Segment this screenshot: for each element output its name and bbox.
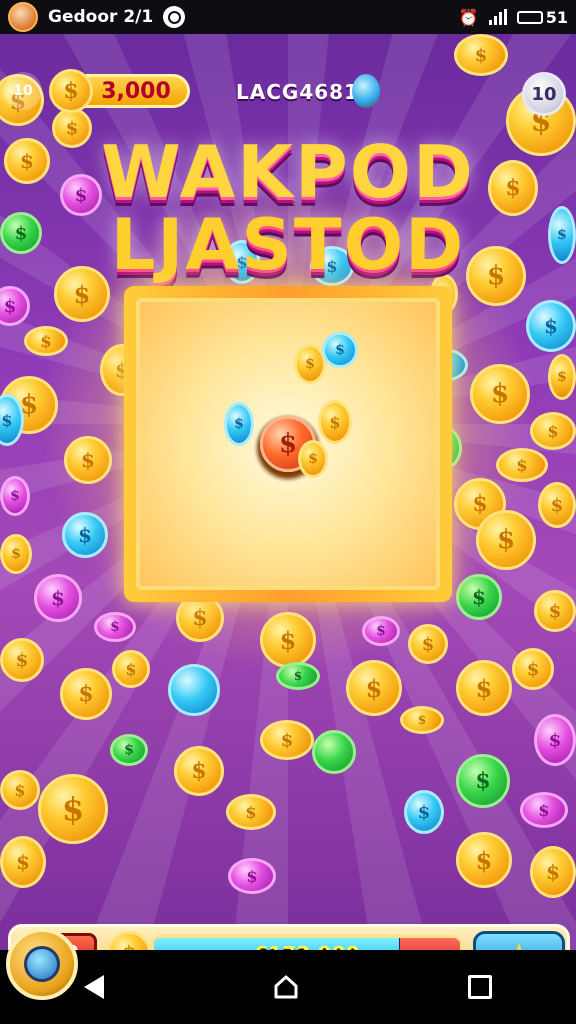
coin-icon: $ xyxy=(0,770,40,810)
coin-icon: $ xyxy=(110,734,148,766)
signal-icon xyxy=(488,9,507,25)
coin-icon: $ xyxy=(24,326,68,356)
coin-icon: $ xyxy=(362,616,400,646)
coin-icon: $ xyxy=(112,650,150,688)
coin-icon: $ xyxy=(322,332,358,368)
coin-icon: $ xyxy=(228,858,276,894)
player-label: LACG4681 xyxy=(236,80,359,104)
coin-icon: $ xyxy=(0,476,30,516)
coin-icon: $ xyxy=(534,714,576,766)
back-icon[interactable] xyxy=(84,975,104,999)
coin-icon: $ xyxy=(538,482,576,528)
coin-icon: $ xyxy=(408,624,448,664)
coin-icon: $ xyxy=(346,660,402,716)
coin-icon: $ xyxy=(400,706,444,734)
coin-icon: $ xyxy=(60,668,112,720)
game-screen: Gedoor 2/1 ⏰ 51 $ $ $ $ $ $ $ $ $ $ $ $ … xyxy=(0,0,576,1024)
coin-icon: $ xyxy=(0,286,30,326)
level-badge[interactable]: 10 xyxy=(522,72,566,116)
coin-icon: $ xyxy=(520,792,568,828)
coin-icon xyxy=(168,664,220,716)
battery-text: 51 xyxy=(545,7,568,27)
recent-apps-icon[interactable] xyxy=(468,975,492,999)
coin-icon: $ xyxy=(470,364,530,424)
coin-icon: $ xyxy=(530,846,576,898)
status-indicators: ⏰ 51 xyxy=(459,8,568,27)
status-bar: Gedoor 2/1 ⏰ 51 xyxy=(0,0,576,34)
carrier-text: Gedoor 2/1 xyxy=(48,7,154,27)
coin-icon xyxy=(312,730,356,774)
coin-icon: $ xyxy=(62,512,108,558)
coin-icon: $ xyxy=(496,448,548,482)
coin-icon: $ xyxy=(456,660,512,716)
coin-icon: $ xyxy=(49,69,93,113)
coin-icon: $ xyxy=(404,790,444,834)
back-badge-label: 10 xyxy=(13,83,33,99)
coin-icon: $ xyxy=(226,794,276,830)
coin-icon: $ xyxy=(0,836,46,888)
slot-board: $$$$$$$$$$$ xyxy=(124,286,452,602)
navigation-bar xyxy=(0,950,576,1024)
round-settings-badge[interactable] xyxy=(6,928,78,1000)
camera-icon xyxy=(163,6,186,28)
coin-icon: $ xyxy=(548,354,576,400)
coin-icon: $ xyxy=(260,720,314,760)
coin-icon: $ xyxy=(260,612,316,668)
coin-icon: $ xyxy=(526,300,576,352)
game-area: $ $ $ $ $ $ $ $ $ $ $ $ $ $ $ $ $ $ $ $ … xyxy=(0,34,576,980)
alarm-icon: ⏰ xyxy=(458,7,479,27)
back-badge[interactable]: 10 xyxy=(4,72,42,110)
coin-icon: $ xyxy=(456,832,512,888)
coin-icon: $ xyxy=(530,412,576,450)
coin-icon: $ xyxy=(0,534,32,574)
coin-icon: $ xyxy=(534,590,576,632)
coin-icon: $ xyxy=(94,612,136,642)
coin-icon: $ xyxy=(34,574,82,622)
coin-icon: $ xyxy=(456,754,510,808)
avatar-icon xyxy=(8,2,38,32)
coin-icon: $ xyxy=(0,638,44,682)
home-icon[interactable] xyxy=(272,973,300,1001)
coin-icon: $ xyxy=(224,402,254,446)
coin-icon: $ xyxy=(456,574,502,620)
coin-icon: $ xyxy=(476,510,536,570)
gem-icon[interactable] xyxy=(352,74,380,108)
coin-icon: $ xyxy=(276,662,320,690)
battery-icon: 51 xyxy=(516,7,568,27)
coin-icon: $ xyxy=(38,774,108,844)
coin-icon: $ xyxy=(454,34,508,76)
coin-icon: $ xyxy=(174,746,224,796)
game-title-line2: LJASTOD xyxy=(110,204,466,286)
coin-icon: $ xyxy=(512,648,554,690)
coin-icon: $ xyxy=(64,436,112,484)
coin-icon: $ xyxy=(318,400,352,444)
level-badge-label: 10 xyxy=(531,83,557,105)
slot-grid: $$$$$$$$$$$ xyxy=(136,298,440,590)
coin-icon: $ xyxy=(298,440,328,478)
game-title-line1: WAKPOD xyxy=(101,130,475,214)
orb-icon xyxy=(24,946,60,982)
coin-balance-pill[interactable]: $ 3,000 xyxy=(49,69,190,113)
